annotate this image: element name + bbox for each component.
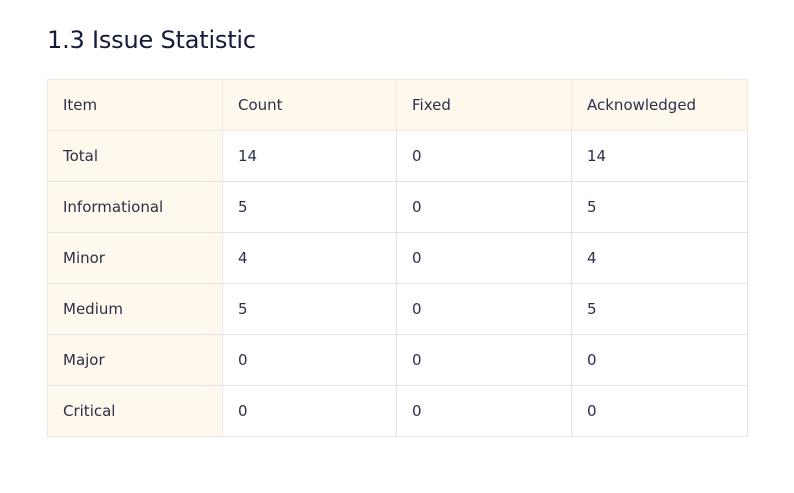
acknowledged-cell: 4 [571, 232, 748, 284]
row-label: Informational [47, 181, 223, 233]
column-header-count: Count [222, 79, 397, 131]
count-cell: 0 [222, 334, 397, 386]
count-cell: 5 [222, 181, 397, 233]
fixed-cell: 0 [396, 130, 572, 182]
fixed-cell: 0 [396, 334, 572, 386]
count-cell: 14 [222, 130, 397, 182]
document-page: 1.3 Issue Statistic Item Count Fixed Ack… [0, 0, 794, 493]
acknowledged-cell: 14 [571, 130, 748, 182]
table-row: Major 0 0 0 [47, 334, 748, 386]
section-title: 1.3 Issue Statistic [47, 26, 256, 54]
row-label: Total [47, 130, 223, 182]
count-cell: 4 [222, 232, 397, 284]
row-label: Critical [47, 385, 223, 437]
row-label: Medium [47, 283, 223, 335]
acknowledged-cell: 0 [571, 334, 748, 386]
acknowledged-cell: 5 [571, 181, 748, 233]
table-row: Informational 5 0 5 [47, 181, 748, 233]
column-header-fixed: Fixed [396, 79, 572, 131]
count-cell: 0 [222, 385, 397, 437]
table-row: Medium 5 0 5 [47, 283, 748, 335]
column-header-acknowledged: Acknowledged [571, 79, 748, 131]
table-row: Minor 4 0 4 [47, 232, 748, 284]
acknowledged-cell: 0 [571, 385, 748, 437]
table-row: Total 14 0 14 [47, 130, 748, 182]
acknowledged-cell: 5 [571, 283, 748, 335]
table-header-row: Item Count Fixed Acknowledged [47, 79, 748, 131]
fixed-cell: 0 [396, 232, 572, 284]
fixed-cell: 0 [396, 283, 572, 335]
issue-statistic-table: Item Count Fixed Acknowledged Total 14 0… [47, 79, 748, 437]
fixed-cell: 0 [396, 385, 572, 437]
row-label: Minor [47, 232, 223, 284]
count-cell: 5 [222, 283, 397, 335]
fixed-cell: 0 [396, 181, 572, 233]
table-row: Critical 0 0 0 [47, 385, 748, 437]
column-header-item: Item [47, 79, 223, 131]
row-label: Major [47, 334, 223, 386]
